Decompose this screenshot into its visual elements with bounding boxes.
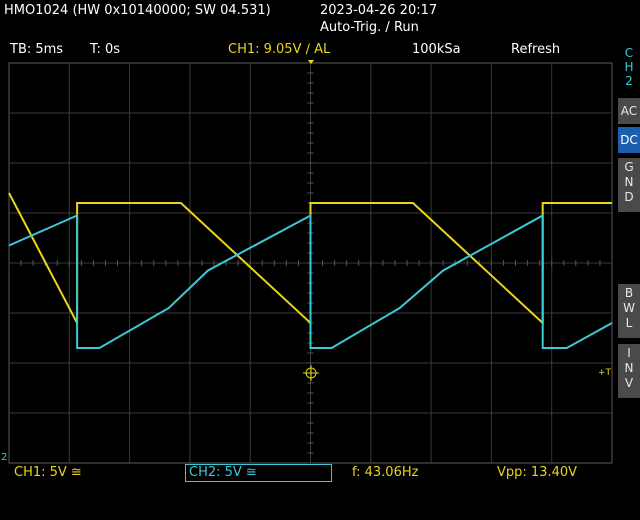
- bwl-char: B: [624, 286, 634, 300]
- coupling-ac-label: AC: [620, 104, 638, 118]
- coupling-ac-button[interactable]: AC: [618, 98, 640, 124]
- trigger-status: Auto-Trig. / Run: [320, 20, 419, 35]
- scope-screen: [8, 59, 613, 464]
- side-menu-channel-label: C H 2: [620, 46, 638, 88]
- ch1-scale[interactable]: CH1: 5V ≅: [14, 465, 82, 480]
- coupling-gnd-button[interactable]: G N D: [618, 158, 640, 212]
- bwl-char: W: [623, 301, 635, 315]
- inv-char: N: [624, 361, 634, 375]
- vpp-measurement: Vpp: 13.40V: [497, 465, 578, 480]
- channel-char: 2: [625, 74, 633, 88]
- coupling-dc-label: DC: [620, 133, 638, 147]
- bandwidth-limit-button[interactable]: B W L: [618, 284, 640, 338]
- invert-button[interactable]: I N V: [618, 344, 640, 398]
- gnd-char: N: [624, 175, 634, 189]
- datetime: 2023-04-26 20:17: [320, 3, 438, 18]
- channel-char: C: [624, 46, 634, 60]
- ch2-scale[interactable]: CH2: 5V ≅: [185, 464, 332, 482]
- coupling-dc-button[interactable]: DC: [618, 127, 640, 153]
- inv-char: V: [624, 376, 634, 390]
- sample-rate: 100kSa: [412, 42, 461, 57]
- top-status-bar: HMO1024 (HW 0x10140000; SW 04.531) 2023-…: [0, 0, 640, 38]
- acquisition-mode[interactable]: Refresh: [511, 42, 560, 57]
- bottom-measurement-bar: CH1: 5V ≅ CH2: 5V ≅ f: 43.06Hz Vpp: 13.4…: [0, 462, 612, 484]
- inv-char: I: [627, 346, 631, 360]
- gnd-char: D: [624, 190, 634, 204]
- timebase[interactable]: TB: 5ms: [10, 42, 63, 57]
- ch1-trigger-level[interactable]: CH1: 9.05V ∕ AL: [228, 42, 330, 57]
- trigger-level-marker: +T: [598, 368, 612, 378]
- trigger-time[interactable]: T: 0s: [90, 42, 120, 57]
- acquisition-info-bar: TB: 5ms T: 0s CH1: 9.05V ∕ AL 100kSa Ref…: [0, 40, 612, 60]
- bwl-char: L: [625, 316, 633, 330]
- frequency-measurement: f: 43.06Hz: [352, 465, 419, 480]
- device-model: HMO1024 (HW 0x10140000; SW 04.531): [4, 3, 271, 18]
- channel-char: H: [624, 60, 634, 74]
- gnd-char: G: [624, 160, 634, 174]
